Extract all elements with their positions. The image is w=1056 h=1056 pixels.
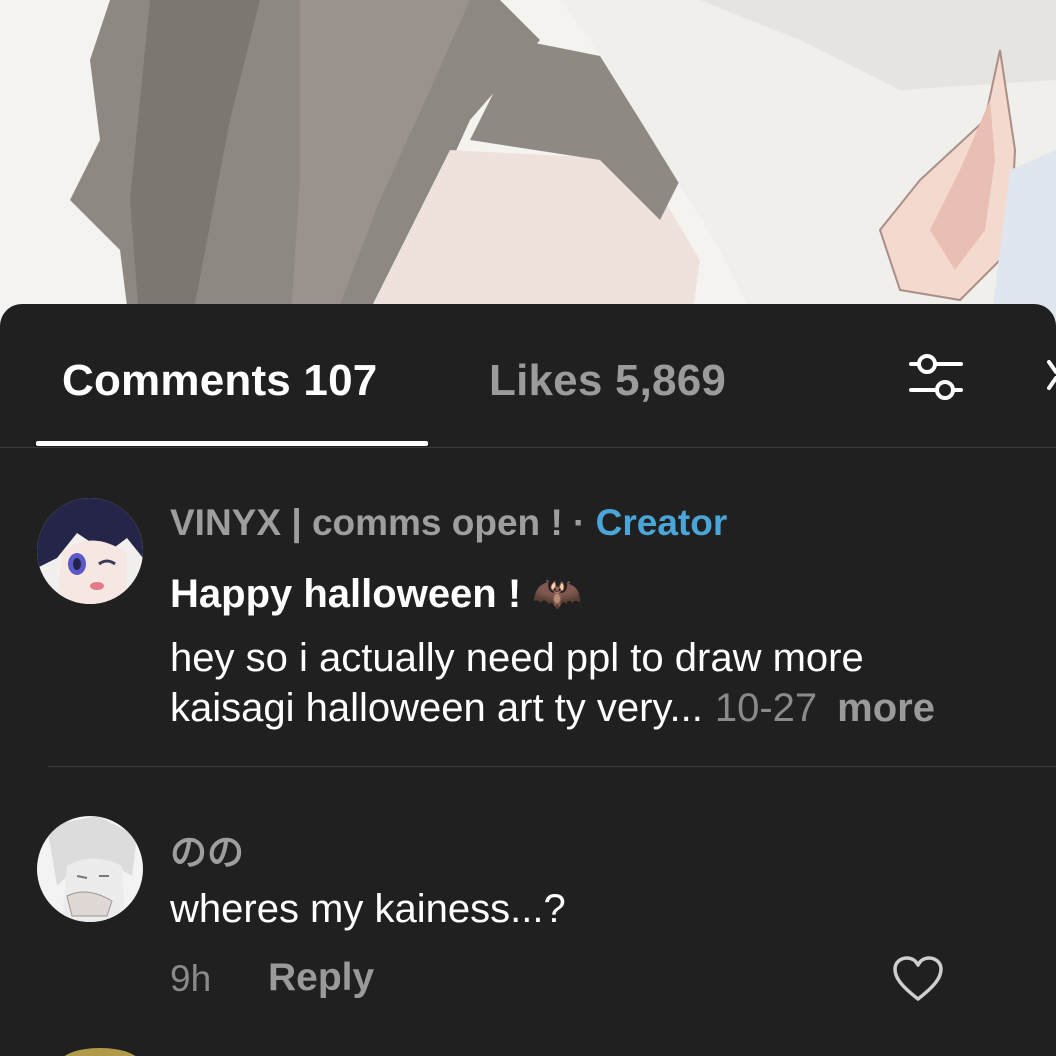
tab-bar: Comments 107 Likes 5,869 <box>0 304 1056 448</box>
heart-icon[interactable] <box>892 955 944 1008</box>
comment-divider <box>48 766 1056 767</box>
tab-likes[interactable]: Likes 5,869 <box>489 356 726 406</box>
avatar[interactable] <box>37 816 143 922</box>
tab-comments[interactable]: Comments 107 <box>62 356 377 406</box>
comment-time: 9h <box>170 958 212 999</box>
more-link[interactable]: more <box>837 686 935 730</box>
post-artwork <box>0 0 1056 330</box>
screen: Comments 107 Likes 5,869 VINYX | comms o… <box>0 0 1056 1056</box>
reply-button[interactable]: Reply <box>268 956 374 1000</box>
close-icon[interactable] <box>1043 354 1056 399</box>
comment-title: Happy halloween ! 🦇 <box>170 572 583 616</box>
comment-body: wheres my kainess...? <box>170 887 566 931</box>
comment-username[interactable]: VINYX | comms open ! · Creator <box>170 502 727 544</box>
comment-username[interactable]: のの <box>170 822 244 876</box>
comment-body-line: hey so i actually need ppl to draw more <box>170 636 864 680</box>
comment-body-line-2: kaisagi halloween art ty very... 10-27 mor… <box>170 683 935 733</box>
sliders-icon[interactable] <box>905 350 967 409</box>
comment-body: hey so i actually need ppl to draw more … <box>170 633 935 733</box>
creator-badge: Creator <box>595 502 728 543</box>
active-tab-indicator <box>36 441 428 446</box>
comment-date: 10-27 <box>714 686 818 730</box>
username-text[interactable]: VINYX | comms open ! · <box>170 502 596 543</box>
comment-body-text: kaisagi halloween art ty very... <box>170 686 703 730</box>
avatar[interactable] <box>37 498 143 604</box>
